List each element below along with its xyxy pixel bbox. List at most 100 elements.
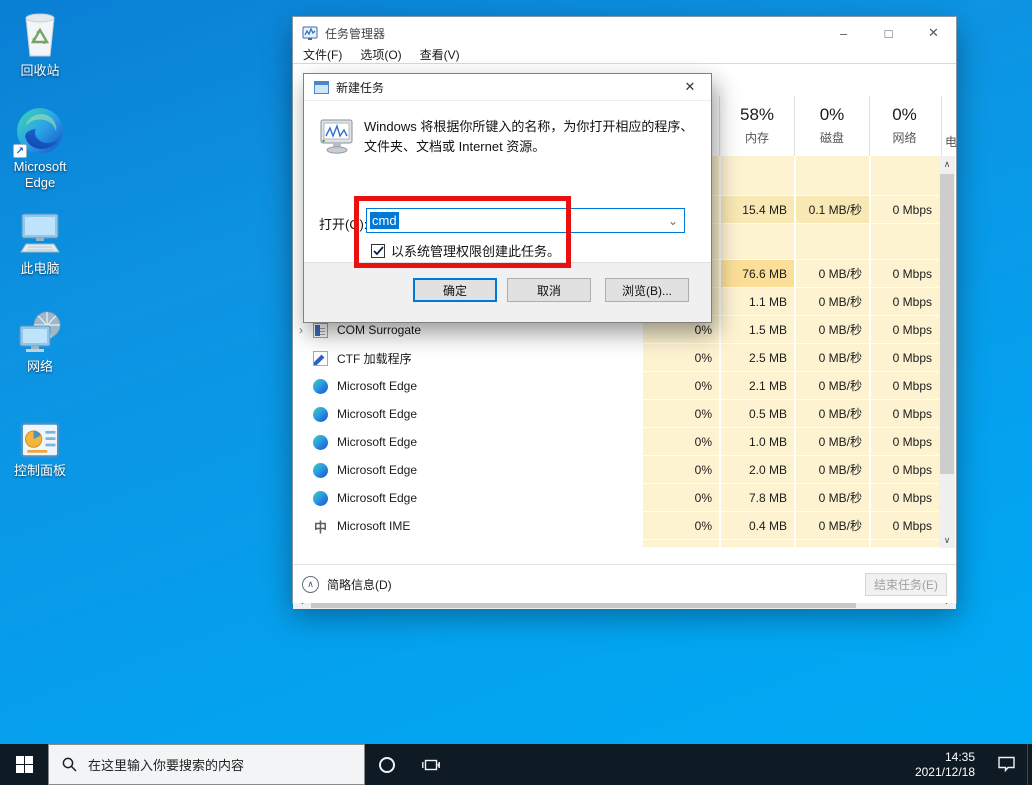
dialog-footer: 确定 取消 浏览(B)... xyxy=(304,262,711,322)
scroll-down-icon[interactable]: ∨ xyxy=(939,532,955,548)
table-row[interactable]: Microsoft Edge0%2.0 MB0 MB/秒0 Mbps xyxy=(293,456,939,484)
com-process-icon xyxy=(313,323,328,338)
minimize-icon: – xyxy=(840,26,847,41)
process-name-cell: Microsoft Edge xyxy=(293,400,641,428)
control-panel-icon xyxy=(18,420,62,460)
net-cell: 0 Mbps xyxy=(869,372,939,400)
checkbox-checked-icon[interactable] xyxy=(371,244,385,258)
table-row[interactable]: Microsoft Edge0%7.8 MB0 MB/秒0 Mbps xyxy=(293,484,939,512)
process-name: CTF 加载程序 xyxy=(337,350,412,367)
memory-column-label: 内存 xyxy=(720,129,794,146)
vertical-scrollbar[interactable]: ∧ ∨ xyxy=(939,156,955,548)
table-row[interactable]: CTF 加载程序0%2.5 MB0 MB/秒0 Mbps xyxy=(293,344,939,372)
process-name: Microsoft Edge xyxy=(337,435,417,449)
menu-bar: 文件(F) 选项(O) 查看(V) xyxy=(293,49,956,64)
close-button[interactable]: ✕ xyxy=(911,17,956,49)
task-manager-titlebar[interactable]: 任务管理器 – □ ✕ xyxy=(293,17,956,49)
end-task-button: 结束任务(E) xyxy=(865,573,947,596)
disk-cell: 0 MB/秒 xyxy=(794,400,869,428)
process-name-cell: CTF 加载程序 xyxy=(293,344,641,372)
disk-cell: 0 MB/秒 xyxy=(794,260,869,288)
mem-cell: 0.5 MB xyxy=(719,400,794,428)
cortana-button[interactable] xyxy=(365,744,409,785)
admin-privileges-checkbox-row[interactable]: 以系统管理权限创建此任务。 xyxy=(371,241,560,260)
process-name: Microsoft Edge xyxy=(337,463,417,477)
maximize-icon: □ xyxy=(885,26,893,41)
process-name-cell: Microsoft Edge xyxy=(293,456,641,484)
disk-cell: 0 MB/秒 xyxy=(794,484,869,512)
taskbar: 在这里输入你要搜索的内容 14:35 2021/12/18 xyxy=(0,744,1032,785)
combobox-dropdown-icon[interactable]: ⌄ xyxy=(668,214,681,228)
task-name-input-value[interactable]: cmd xyxy=(370,212,399,229)
column-header-memory[interactable]: 58% 内存 xyxy=(719,96,794,156)
recycle-bin-icon xyxy=(16,8,64,60)
power-column-label: 电 xyxy=(945,133,957,150)
menu-options[interactable]: 选项(O) xyxy=(360,49,401,62)
process-name-cell xyxy=(293,540,641,548)
net-cell: 0 Mbps xyxy=(869,344,939,372)
search-placeholder: 在这里输入你要搜索的内容 xyxy=(88,755,244,774)
table-row[interactable]: 中Microsoft IME0%0.4 MB0 MB/秒0 Mbps xyxy=(293,512,939,540)
network-icon xyxy=(16,308,64,356)
run-program-icon xyxy=(317,119,357,155)
clock-date: 2021/12/18 xyxy=(915,765,975,780)
mem-cell: 1.0 MB xyxy=(719,428,794,456)
taskbar-clock[interactable]: 14:35 2021/12/18 xyxy=(915,750,985,780)
menu-file[interactable]: 文件(F) xyxy=(303,49,342,62)
desktop-icon-recycle-bin[interactable]: 回收站 xyxy=(2,8,78,79)
menu-view[interactable]: 查看(V) xyxy=(420,49,460,62)
table-row[interactable]: Microsoft Edge0%1.0 MB0 MB/秒0 Mbps xyxy=(293,428,939,456)
scroll-up-icon[interactable]: ∧ xyxy=(939,156,955,172)
desktop-icon-network[interactable]: 网络 xyxy=(2,308,78,375)
net-cell: 0 Mbps xyxy=(869,400,939,428)
desktop-icon-this-pc[interactable]: 此电脑 xyxy=(2,210,78,277)
cpu-cell: 0% xyxy=(641,372,719,400)
clock-time: 14:35 xyxy=(915,750,975,765)
vertical-scrollbar-thumb[interactable] xyxy=(940,174,954,474)
disk-cell: 0 MB/秒 xyxy=(794,456,869,484)
maximize-button[interactable]: □ xyxy=(866,17,911,49)
edge-process-icon xyxy=(313,463,328,478)
disk-cell: 0 MB/秒 xyxy=(794,428,869,456)
close-icon: ✕ xyxy=(685,79,696,94)
desktop-icon-control-panel[interactable]: 控制面板 xyxy=(2,420,78,479)
table-row[interactable]: Microsoft Edge0%0.5 MB0 MB/秒0 Mbps xyxy=(293,400,939,428)
net-cell: 0 Mbps xyxy=(869,484,939,512)
column-header-power[interactable]: 电 xyxy=(941,96,958,156)
net-cell: 0 Mbps xyxy=(869,456,939,484)
edge-process-icon xyxy=(313,435,328,450)
memory-usage-percent: 58% xyxy=(720,105,794,125)
table-row[interactable] xyxy=(293,540,939,548)
process-name-cell: Microsoft Edge xyxy=(293,372,641,400)
network-usage-percent: 0% xyxy=(870,105,939,125)
task-view-icon xyxy=(422,757,440,773)
net-cell: 0 Mbps xyxy=(869,288,939,316)
desktop-icon-label: Microsoft Edge xyxy=(4,159,76,191)
fewer-details-toggle[interactable]: ∧ 简略信息(D) xyxy=(302,576,392,593)
column-header-network[interactable]: 0% 网络 xyxy=(869,96,939,156)
action-center-button[interactable] xyxy=(985,744,1027,785)
search-icon xyxy=(62,757,77,772)
cpu-cell: 0% xyxy=(641,400,719,428)
taskbar-search-input[interactable]: 在这里输入你要搜索的内容 xyxy=(48,744,365,785)
disk-cell: 0 MB/秒 xyxy=(794,512,869,540)
browse-button[interactable]: 浏览(B)... xyxy=(605,278,689,302)
ok-button[interactable]: 确定 xyxy=(413,278,497,302)
table-row[interactable]: Microsoft Edge0%2.1 MB0 MB/秒0 Mbps xyxy=(293,372,939,400)
dialog-close-button[interactable]: ✕ xyxy=(679,79,701,95)
start-button[interactable] xyxy=(0,744,48,785)
task-name-combobox[interactable]: cmd ⌄ xyxy=(366,208,685,233)
task-view-button[interactable] xyxy=(409,744,453,785)
dialog-description: Windows 将根据你所键入的名称，为你打开相应的程序、 文件夹、文档或 In… xyxy=(364,117,699,157)
minimize-button[interactable]: – xyxy=(821,17,866,49)
cancel-button[interactable]: 取消 xyxy=(507,278,591,302)
column-header-disk[interactable]: 0% 磁盘 xyxy=(794,96,869,156)
dialog-titlebar[interactable]: 新建任务 ✕ xyxy=(304,74,711,101)
desktop-icon-label: 回收站 xyxy=(20,63,59,79)
net-cell xyxy=(869,224,939,260)
desktop-icon-edge[interactable]: ↗ Microsoft Edge xyxy=(2,106,78,191)
cpu-cell: 0% xyxy=(641,344,719,372)
show-desktop-button[interactable] xyxy=(1027,744,1032,785)
expander-icon[interactable]: › xyxy=(299,323,313,337)
disk-cell xyxy=(794,156,869,196)
